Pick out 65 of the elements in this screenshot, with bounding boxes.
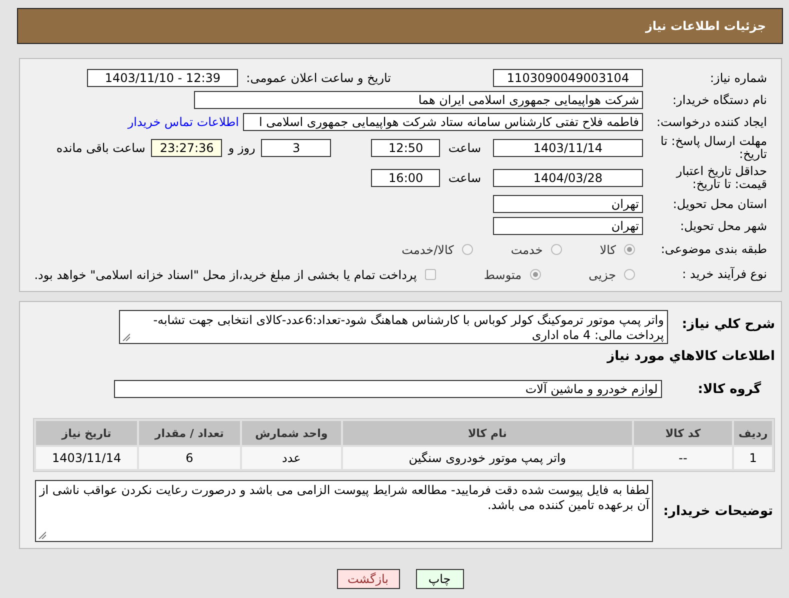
radio-button[interactable]	[550, 244, 562, 255]
radio-button[interactable]	[624, 244, 635, 255]
table-cell: عدد	[242, 447, 342, 469]
radio-button[interactable]	[462, 244, 473, 255]
days-field[interactable]: 3	[261, 139, 332, 157]
option-label: كالا/خدمت	[402, 242, 454, 256]
radio-button[interactable]	[624, 269, 635, 280]
field-label: شهر محل تحویل:	[679, 220, 767, 232]
field-label: ساعت	[448, 171, 481, 185]
treasury-payment-label: پرداخت تمام یا بخشی از مبلغ خرید،از محل "اسناد خزانه اسلامی" خواهد بود.	[34, 268, 417, 282]
column-header: ردیف	[734, 421, 772, 445]
resize-grip-icon[interactable]	[122, 333, 130, 341]
need-number-field[interactable]: 1103090049003104	[493, 69, 643, 87]
field-label: طبقه بندی موضوعی:	[660, 243, 767, 256]
field-label: استان محل تحویل:	[672, 198, 767, 210]
reply-date-field[interactable]: 1403/11/14	[493, 139, 643, 157]
reply-time-field[interactable]: 12:50	[371, 139, 440, 157]
field-label: ساعت	[448, 141, 481, 155]
column-header: تعداد / مقدار	[139, 421, 240, 445]
field-label: نام دستگاه خریدار:	[672, 94, 767, 106]
buyer-notes-text: لطفا به فایل پیوست شده دقت فرمایید- مطالعه شرایط پیوست الزامی می باشد و درصورت رعایت نکردن عواقب ناشی از آن برعهده تامین کننده می باشد.	[39, 483, 650, 512]
buyer-notes-box[interactable]: لطفا به فایل پیوست شده دقت فرمایید- مطالعه شرایط پیوست الزامی می باشد و درصورت رعایت نکردن عواقب ناشی از آن برعهده تامین کننده می باشد.	[35, 480, 654, 542]
field-label: تاریخ و ساعت اعلان عمومی:	[246, 71, 391, 85]
table-cell: 1	[734, 447, 772, 469]
field-label: روز و	[228, 141, 256, 155]
city-field[interactable]: تهران	[493, 217, 643, 235]
section-title: اطلاعات کالاهاي مورد نياز	[606, 349, 775, 364]
column-header: نام کالا	[343, 421, 632, 445]
field-label: شرح کلي نياز:	[682, 318, 775, 331]
requester-field[interactable]: فاطمه فلاح تفتی کارشناس سامانه ستاد شرکت هواپیمایی جمهوری اسلامی ا	[243, 113, 643, 131]
treasury-checkbox[interactable]	[424, 269, 436, 280]
back-button[interactable]: بازگشت	[336, 569, 400, 589]
field-label: نوع فرآیند خرید :	[681, 268, 767, 281]
field-label: مهلت ارسال پاسخ: تا تاریخ:	[659, 135, 767, 161]
announce-date-field[interactable]: 1403/11/10 - 12:39	[87, 69, 238, 87]
remaining-time-field[interactable]: 23:27:36	[151, 139, 222, 157]
column-header: واحد شمارش	[242, 421, 342, 445]
page-title-bar: جزئیات اطلاعات نیاز	[17, 8, 783, 44]
radio-button[interactable]	[530, 269, 541, 280]
table-cell: 1403/11/14	[36, 447, 138, 469]
table-cell: --	[634, 447, 732, 469]
province-field[interactable]: تهران	[493, 195, 643, 213]
field-label: حداقل تاریخ اعتبار قیمت: تا تاریخ:	[674, 165, 767, 191]
description-text: واتر پمپ موتور ترموکینگ کولر کوباس با کارشناس هماهنگ شود-تعداد:6عدد-کالای انتخابی جهت تشابه- پرداخت مالی: 4 ماه اداری	[153, 313, 664, 342]
option-label: متوسط	[484, 268, 522, 282]
table-cell: واتر پمپ موتور خودروی سنگین	[343, 447, 632, 469]
print-button[interactable]: چاپ	[416, 569, 464, 589]
resize-grip-icon[interactable]	[38, 531, 46, 539]
validity-time-field[interactable]: 16:00	[371, 169, 440, 187]
field-label: ایجاد کننده درخواست:	[655, 116, 767, 128]
column-header: کد کالا	[634, 421, 732, 445]
option-label: خدمت	[510, 242, 543, 256]
goods-group-field[interactable]: لوازم خودرو و ماشین آلات	[114, 380, 662, 398]
option-label: جزیی	[588, 268, 616, 282]
description-box[interactable]: واتر پمپ موتور ترموکینگ کولر کوباس با کارشناس هماهنگ شود-تعداد:6عدد-کالای انتخابی جهت تشابه- پرداخت مالی: 4 ماه اداری	[118, 310, 668, 344]
column-header: تاریخ نیاز	[36, 421, 138, 445]
option-label: كالا	[600, 242, 616, 256]
field-label: شماره نیاز:	[709, 72, 767, 84]
buyer-org-field[interactable]: شرکت هواپیمایی جمهوری اسلامی ایران هما	[194, 91, 643, 109]
field-label: گروه کالا:	[698, 382, 761, 396]
field-label: ساعت باقی مانده	[56, 141, 146, 155]
table-cell: 6	[139, 447, 240, 469]
field-label: توضیحات خریدار:	[663, 504, 773, 518]
validity-date-field[interactable]: 1404/03/28	[493, 169, 643, 187]
buyer-contact-link[interactable]: اطلاعات تماس خریدار	[128, 115, 239, 129]
